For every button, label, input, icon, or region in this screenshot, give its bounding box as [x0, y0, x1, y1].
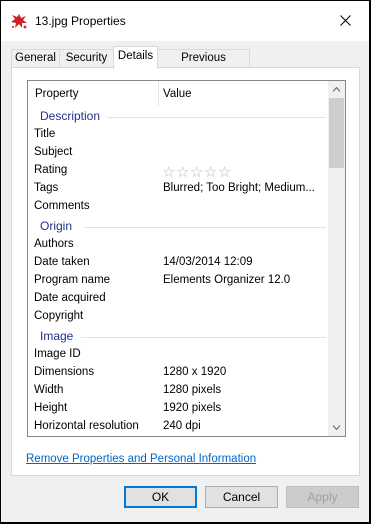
group-description: Description — [28, 106, 330, 126]
property-row-height[interactable]: Height 1920 pixels — [28, 400, 330, 418]
property-name: Tags — [34, 182, 59, 194]
group-heading: Origin — [40, 219, 73, 233]
property-name: Program name — [34, 274, 111, 286]
star-icon[interactable]: ☆ — [190, 164, 204, 181]
scrollbar-thumb[interactable] — [329, 98, 344, 168]
group-divider — [107, 117, 326, 118]
property-name: Date taken — [34, 256, 90, 268]
property-name: Title — [34, 128, 56, 140]
property-row-copyright[interactable]: Copyright — [28, 308, 330, 326]
star-icon[interactable]: ☆ — [218, 164, 232, 181]
star-icon[interactable]: ☆ — [162, 164, 176, 181]
chevron-up-icon — [333, 87, 340, 92]
property-name: Subject — [34, 146, 73, 158]
ok-button[interactable]: OK — [124, 486, 197, 508]
property-row-authors[interactable]: Authors — [28, 236, 330, 254]
property-name: Copyright — [34, 310, 84, 322]
column-header: Property Value — [28, 81, 330, 106]
close-icon — [340, 15, 351, 26]
property-name: Height — [34, 402, 68, 414]
property-name: Comments — [34, 200, 90, 212]
apply-button[interactable]: Apply — [286, 486, 359, 508]
scroll-up-button[interactable] — [328, 81, 345, 98]
property-name: Width — [34, 384, 64, 396]
property-value[interactable]: 1280 pixels — [163, 384, 221, 396]
property-row-dimensions[interactable]: Dimensions 1280 x 1920 — [28, 364, 330, 382]
property-row-comments[interactable]: Comments — [28, 198, 330, 216]
property-name: Rating — [34, 164, 68, 176]
value-column-header[interactable]: Value — [163, 88, 192, 100]
scroll-down-button[interactable] — [328, 419, 345, 436]
property-value[interactable]: Elements Organizer 12.0 — [163, 274, 290, 286]
window-title: 13.jpg Properties — [35, 14, 126, 28]
property-name: Image ID — [34, 348, 81, 360]
tab-security[interactable]: Security — [59, 49, 114, 68]
title-bar[interactable]: 13.jpg Properties — [1, 1, 369, 41]
rating-stars[interactable]: ☆☆☆☆☆ — [162, 163, 232, 181]
star-icon[interactable]: ☆ — [176, 164, 190, 181]
remove-properties-link[interactable]: Remove Properties and Personal Informati… — [26, 453, 256, 465]
property-value[interactable]: 1280 x 1920 — [163, 366, 226, 378]
property-name: Authors — [34, 238, 74, 250]
property-row-date-acquired[interactable]: Date acquired — [28, 290, 330, 308]
chevron-down-icon — [333, 425, 340, 430]
group-image: Image — [28, 326, 330, 346]
property-name: Date acquired — [34, 292, 106, 304]
details-panel: Property Value Description Title Subject — [11, 67, 360, 476]
property-name: Dimensions — [34, 366, 95, 378]
property-row-tags[interactable]: Tags Blurred; Too Bright; Medium... — [28, 180, 330, 198]
property-row-title[interactable]: Title — [28, 126, 330, 144]
group-divider — [81, 337, 326, 338]
property-value[interactable]: Blurred; Too Bright; Medium... — [163, 182, 315, 194]
property-name: Horizontal resolution — [34, 420, 139, 432]
property-row-width[interactable]: Width 1280 pixels — [28, 382, 330, 400]
property-list[interactable]: Property Value Description Title Subject — [27, 80, 346, 437]
property-value[interactable]: 14/03/2014 12:09 — [163, 256, 253, 268]
properties-dialog: 13.jpg Properties General Security Detai… — [1, 1, 369, 522]
property-rows: Description Title Subject Rating ☆☆☆☆☆ T… — [28, 106, 330, 436]
tab-previous-versions[interactable]: Previous Versions — [157, 49, 250, 81]
close-button[interactable] — [323, 1, 369, 41]
property-row-subject[interactable]: Subject — [28, 144, 330, 162]
paint-splat-icon — [10, 12, 28, 30]
group-origin: Origin — [28, 216, 330, 236]
star-icon[interactable]: ☆ — [204, 164, 218, 181]
column-divider[interactable] — [158, 81, 159, 106]
property-row-rating[interactable]: Rating ☆☆☆☆☆ — [28, 162, 330, 181]
property-value[interactable]: 240 dpi — [163, 420, 201, 432]
group-heading: Image — [40, 329, 74, 343]
group-divider — [84, 227, 326, 228]
property-row-date-taken[interactable]: Date taken 14/03/2014 12:09 — [28, 254, 330, 272]
vertical-scrollbar[interactable] — [328, 81, 345, 436]
tab-details[interactable]: Details — [113, 46, 158, 69]
property-row-image-id[interactable]: Image ID — [28, 346, 330, 364]
property-value[interactable]: 1920 pixels — [163, 402, 221, 414]
cancel-button[interactable]: Cancel — [205, 486, 278, 508]
tab-general[interactable]: General — [11, 49, 60, 68]
property-column-header[interactable]: Property — [35, 88, 78, 100]
group-heading: Description — [40, 109, 101, 123]
property-row-program-name[interactable]: Program name Elements Organizer 12.0 — [28, 272, 330, 290]
property-row-horizontal-resolution[interactable]: Horizontal resolution 240 dpi — [28, 418, 330, 436]
